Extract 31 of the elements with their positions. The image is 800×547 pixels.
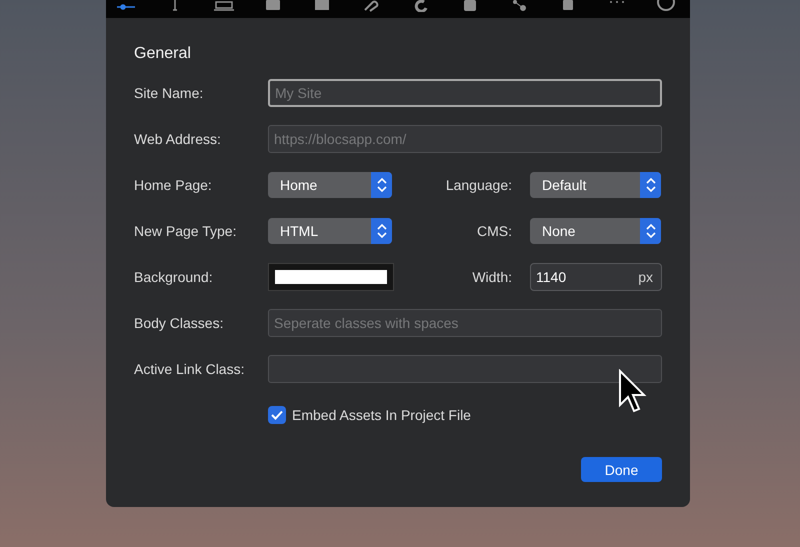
body-classes-field[interactable]: Seperate classes with spaces bbox=[268, 309, 662, 337]
web-address-field[interactable]: https://blocsapp.com/ bbox=[268, 125, 662, 153]
field-label: Active Link Class: bbox=[134, 361, 246, 377]
stepper-icon bbox=[646, 177, 656, 193]
color-well[interactable] bbox=[268, 263, 394, 291]
field-label: CMS: bbox=[477, 223, 512, 239]
checkbox[interactable] bbox=[268, 406, 286, 424]
width-field[interactable]: 1140 px bbox=[530, 263, 662, 291]
globe-icon[interactable] bbox=[656, 0, 676, 12]
field-label: Width: bbox=[472, 269, 512, 285]
ruler-icon[interactable] bbox=[214, 0, 234, 12]
field-label: Site Name: bbox=[134, 85, 204, 101]
field-label: New Page Type: bbox=[134, 223, 238, 239]
section-title: General bbox=[134, 44, 192, 64]
page-type-select[interactable]: HTML bbox=[268, 218, 392, 244]
stepper-icon bbox=[376, 223, 386, 239]
stepper-icon bbox=[646, 223, 656, 239]
field-label: Background: bbox=[134, 269, 214, 285]
active-link-class-field[interactable] bbox=[268, 355, 662, 383]
home-page-select[interactable]: Home bbox=[268, 172, 392, 198]
language-select[interactable]: Default bbox=[530, 172, 661, 198]
pointer-cursor-icon bbox=[618, 369, 648, 415]
field-label: Language: bbox=[446, 177, 512, 193]
field-label: Home Page: bbox=[134, 177, 213, 193]
site-name-field[interactable]: My Site bbox=[268, 79, 662, 107]
field-label: Web Address: bbox=[134, 131, 222, 147]
cms-select[interactable]: None bbox=[530, 218, 661, 244]
checkbox-label: Embed Assets In Project File bbox=[292, 407, 471, 423]
stepper-icon bbox=[376, 177, 386, 193]
field-label: Body Classes: bbox=[134, 315, 224, 331]
done-button[interactable]: Done bbox=[581, 457, 662, 482]
